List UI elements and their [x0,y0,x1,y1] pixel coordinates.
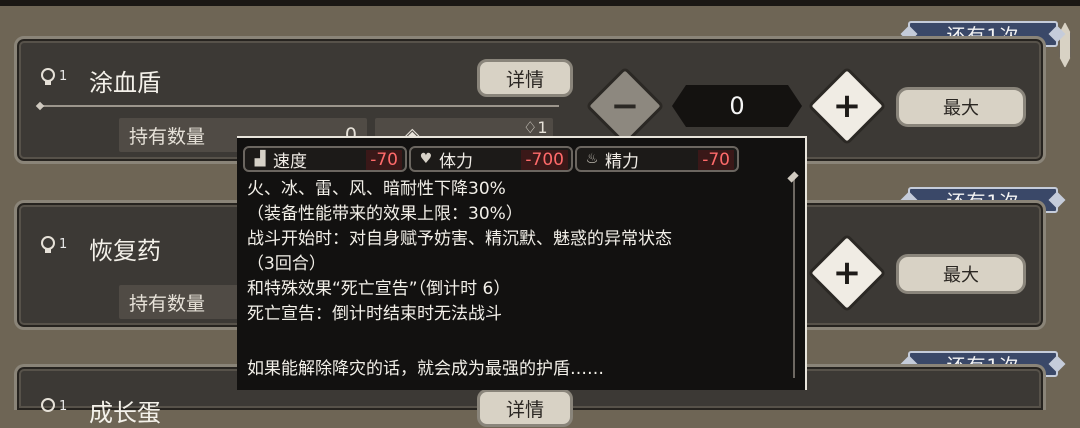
max-button[interactable]: 最大 [896,254,1026,294]
stat-value: -700 [521,150,568,170]
minus-icon: − [610,86,640,126]
lightbulb-icon [41,68,55,85]
detail-button-label: 详情 [505,398,544,421]
owned-count-label: 持有数量 [129,292,206,315]
stat-name: 速度 [273,151,307,172]
owned-count-label: 持有数量 [129,125,206,148]
quantity-display: 0 [672,85,802,127]
stat-stamina: ♥ 体力 -700 [409,146,573,172]
description-line: 火、冰、雷、风、暗耐性下降30% [247,179,506,199]
lightbulb-icon [41,236,55,253]
max-button-label: 最大 [943,265,979,286]
stat-name: 体力 [439,151,473,172]
plus-icon: + [832,86,862,126]
description-line: （装备性能带来的效果上限：30%） [247,204,523,224]
top-edge [0,0,1080,6]
description-line: 战斗开始时：对自身赋予妨害、精沉默、魅惑的异常状态 [247,229,672,249]
stat-spirit: ♨ 精力 -70 [575,146,739,172]
tooltip-scroll-thumb[interactable] [787,171,799,183]
detail-button[interactable]: 详情 [477,389,573,427]
stat-value: -70 [366,150,402,170]
tooltip-scroll-track [793,178,795,378]
decrease-button[interactable]: − [585,66,665,146]
stat-name: 精力 [605,151,639,172]
description-line: 如果能解除降灾的话，就会成为最强的护盾…… [247,359,604,379]
item-detail-tooltip: ▟ 速度 -70 ♥ 体力 -700 ♨ 精力 -70 火、冰、雷、风、暗耐性下… [237,136,807,390]
quantity-value: 0 [729,92,745,120]
detail-button[interactable]: 详情 [477,59,573,97]
description-line: 和特殊效果“死亡宣告”（倒计时 6） [247,279,511,299]
detail-button-label: 详情 [505,68,544,91]
owned-count-box: 持有数量 [119,285,249,319]
spirit-icon: ♨ [585,151,599,167]
boot-icon: ▟ [254,151,266,167]
item-name: 恢复药 [89,237,161,265]
max-button-label: 最大 [943,98,979,119]
list-scrollbar[interactable] [1055,16,1073,410]
stat-value: -70 [698,150,734,170]
item-divider [39,105,559,107]
plus-icon: + [832,253,862,293]
rank-number: 1 [59,237,68,252]
increase-button[interactable]: + [807,66,887,146]
selector-marker: ♢1 [523,118,548,137]
max-button[interactable]: 最大 [896,87,1026,127]
crest-icon: ♢ [523,118,538,137]
tooltip-scrollbar[interactable] [787,171,799,384]
heart-icon: ♥ [419,151,433,167]
increase-button[interactable]: + [807,233,887,313]
rank-number: 1 [59,399,68,414]
description-line: （3回合） [247,254,326,274]
item-name: 成长蛋 [89,399,161,427]
rank-number: 1 [59,69,68,84]
item-name: 涂血盾 [89,69,161,97]
description-line: 死亡宣告：倒计时结束时无法战斗 [247,304,502,324]
selector-number: 1 [537,118,548,137]
lightbulb-icon [41,398,55,412]
divider-ornament [35,101,45,111]
stat-speed: ▟ 速度 -70 [243,146,407,172]
